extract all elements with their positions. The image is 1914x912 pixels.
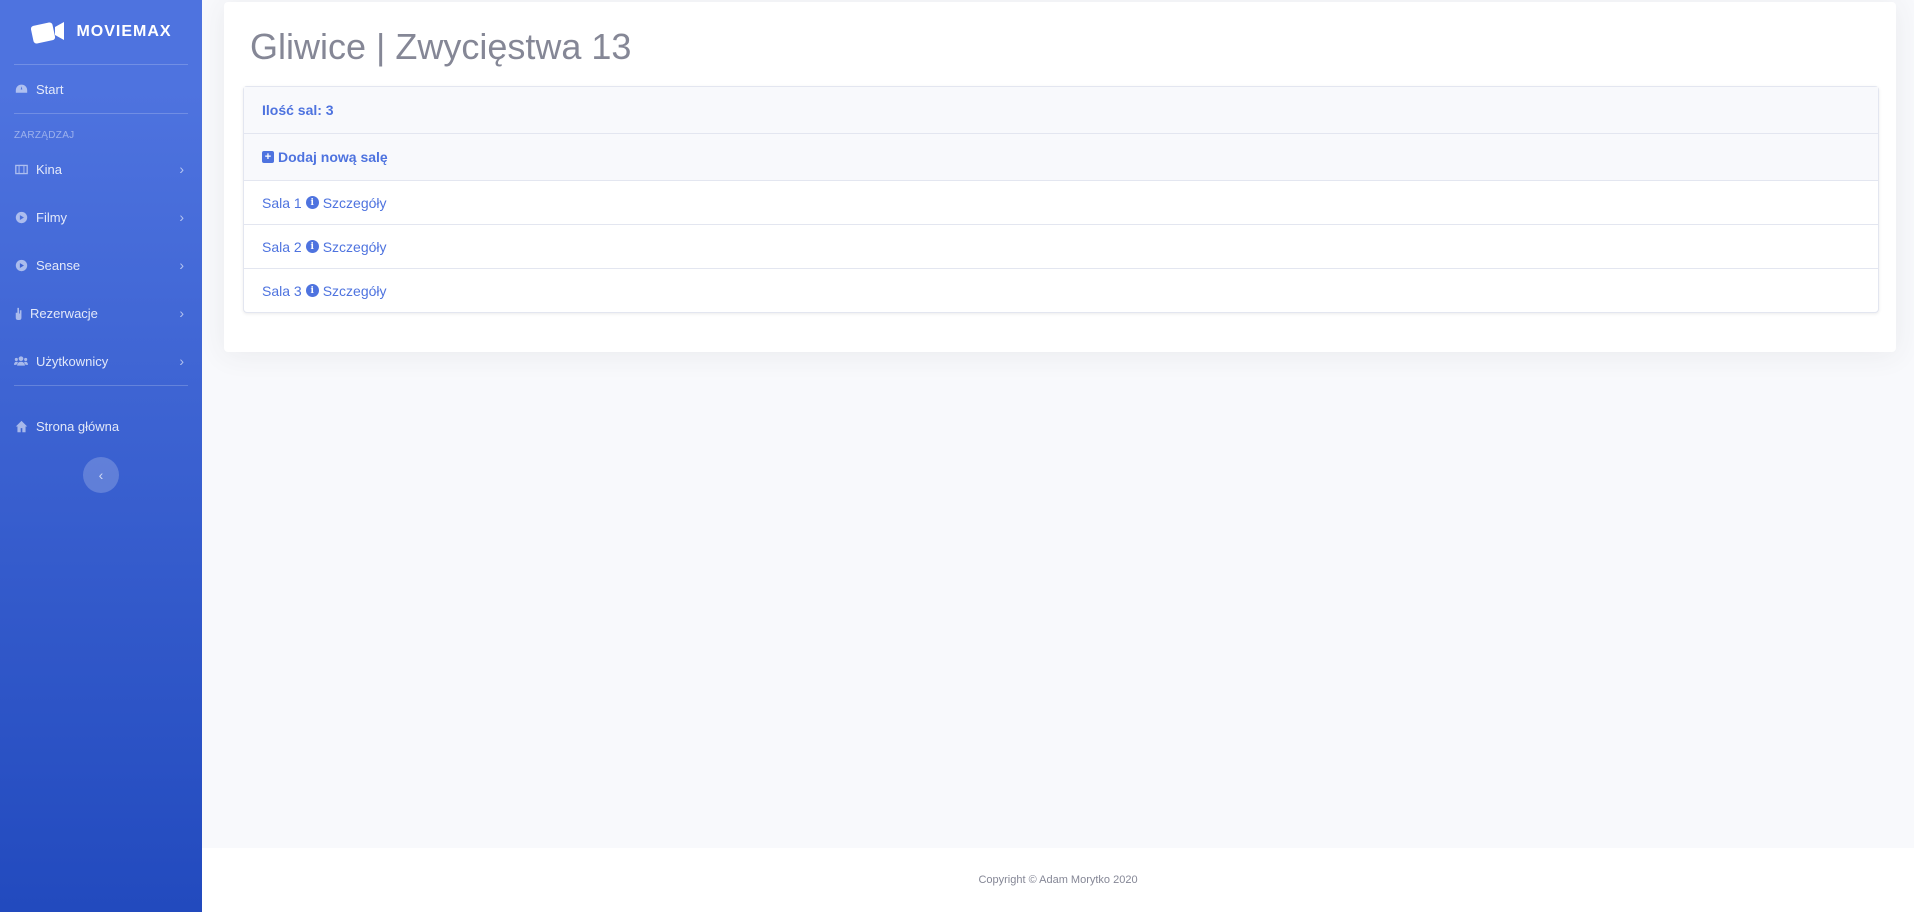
chevron-right-icon: › bbox=[179, 209, 184, 225]
sidebar-item-filmy[interactable]: Filmy › bbox=[0, 193, 202, 241]
sidebar-item-label: Użytkownicy bbox=[36, 353, 109, 369]
hand-icon bbox=[14, 306, 24, 320]
brand-name: MOVIEMAX bbox=[76, 23, 172, 40]
sidebar-item-seanse[interactable]: Seanse › bbox=[0, 241, 202, 289]
sidebar-item-label: Seanse bbox=[36, 257, 81, 273]
info-circle-icon[interactable]: i bbox=[305, 284, 319, 297]
add-room-button[interactable]: + Dodaj nową salę bbox=[244, 134, 1878, 181]
chevron-right-icon: › bbox=[179, 161, 184, 177]
sidebar-divider bbox=[14, 385, 188, 386]
info-circle-icon[interactable]: i bbox=[305, 240, 319, 253]
play-icon bbox=[14, 258, 28, 272]
sidebar-item-label: Rezerwacje bbox=[30, 305, 98, 321]
room-details-link[interactable]: Szczegóły bbox=[323, 239, 387, 255]
list-item: Sala 3 i Szczegóły bbox=[244, 268, 1878, 312]
film-icon bbox=[14, 162, 28, 176]
room-name[interactable]: Sala 2 bbox=[262, 239, 302, 255]
add-room-label: Dodaj nową salę bbox=[278, 149, 388, 165]
info-circle-icon[interactable]: i bbox=[305, 196, 319, 209]
cinema-card: Gliwice | Zwycięstwa 13 Ilość sal: 3 + D… bbox=[224, 2, 1896, 352]
sidebar-item-label: Filmy bbox=[36, 209, 68, 225]
rooms-card: Ilość sal: 3 + Dodaj nową salę Sala 1 i … bbox=[243, 86, 1879, 313]
home-icon bbox=[14, 419, 28, 433]
sidebar-item-home[interactable]: Strona główna bbox=[0, 402, 202, 450]
room-name[interactable]: Sala 3 bbox=[262, 283, 302, 299]
room-name[interactable]: Sala 1 bbox=[262, 195, 302, 211]
rooms-list: Sala 1 i Szczegóły Sala 2 i Szczegóły Sa… bbox=[244, 181, 1878, 312]
sidebar: MOVIEMAX Start ZARZĄDZAJ Kina › Filmy › … bbox=[0, 0, 202, 912]
sidebar-item-label: Strona główna bbox=[36, 418, 120, 434]
play-circle-icon bbox=[14, 210, 28, 224]
rooms-count: Ilość sal: 3 bbox=[244, 87, 1878, 134]
sidebar-item-uzytkownicy[interactable]: Użytkownicy › bbox=[0, 337, 202, 385]
chevron-right-icon: › bbox=[179, 305, 184, 321]
sidebar-item-start[interactable]: Start bbox=[0, 65, 202, 113]
list-item: Sala 1 i Szczegóły bbox=[244, 181, 1878, 224]
sidebar-toggle-button[interactable]: ‹ bbox=[83, 457, 119, 493]
sidebar-item-label: Start bbox=[36, 81, 64, 97]
chevron-left-icon: ‹ bbox=[98, 467, 104, 483]
video-camera-icon bbox=[30, 18, 66, 46]
brand-link[interactable]: MOVIEMAX bbox=[0, 0, 202, 64]
room-details-link[interactable]: Szczegóły bbox=[323, 283, 387, 299]
content-wrapper: Gliwice | Zwycięstwa 13 Ilość sal: 3 + D… bbox=[202, 0, 1914, 848]
page-title: Gliwice | Zwycięstwa 13 bbox=[250, 26, 632, 67]
list-item: Sala 2 i Szczegóły bbox=[244, 224, 1878, 268]
users-icon bbox=[14, 354, 28, 368]
plus-square-icon: + bbox=[262, 151, 274, 163]
chevron-right-icon: › bbox=[179, 257, 184, 273]
chevron-right-icon: › bbox=[179, 353, 184, 369]
sidebar-item-kina[interactable]: Kina › bbox=[0, 145, 202, 193]
sidebar-heading: ZARZĄDZAJ bbox=[14, 130, 75, 141]
room-details-link[interactable]: Szczegóły bbox=[323, 195, 387, 211]
copyright-text: Copyright © Adam Morytko 2020 bbox=[978, 874, 1138, 886]
footer: Copyright © Adam Morytko 2020 bbox=[202, 848, 1914, 912]
dashboard-icon bbox=[14, 82, 28, 96]
sidebar-item-rezerwacje[interactable]: Rezerwacje › bbox=[0, 289, 202, 337]
sidebar-item-label: Kina bbox=[36, 161, 63, 177]
